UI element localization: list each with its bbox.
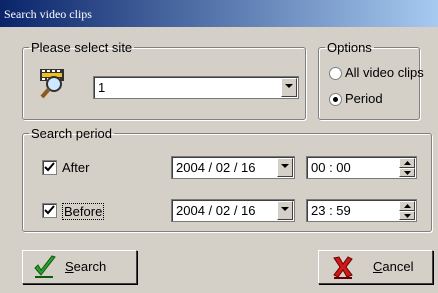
search-button-mnemonic: S [65,259,74,274]
green-checkmark-icon [33,255,57,279]
options-group: Options [318,40,420,120]
before-date-value: 2004 / 02 / 16 [176,203,256,218]
site-select-dropdown-button[interactable] [281,78,297,97]
cancel-button-label: Cancel [373,259,413,274]
site-select-value: 1 [98,80,106,95]
before-time-value: 23 : 59 [311,203,351,218]
checkmark-icon [44,162,55,172]
after-time-value: 00 : 00 [311,160,351,175]
title-bar[interactable]: Search video clips [0,0,438,27]
cancel-button-label-rest: ancel [382,259,414,274]
before-checkbox[interactable] [42,203,57,218]
after-date-value: 2004 / 02 / 16 [176,160,256,175]
checkmark-icon [44,205,55,215]
after-date-dropdown-button[interactable] [277,158,293,177]
search-button-label: Search [65,259,106,274]
spin-down-icon [404,213,411,218]
before-time-up-button[interactable] [399,201,415,211]
cancel-button[interactable]: Cancel [318,250,433,284]
radio-period[interactable] [329,93,342,106]
chevron-down-icon [281,164,289,168]
spin-down-icon [404,170,411,175]
radio-all-video-clips[interactable] [329,67,342,80]
before-date-picker[interactable]: 2004 / 02 / 16 [171,199,295,222]
before-time-spinner[interactable]: 23 : 59 [306,199,417,222]
window-title: Search video clips [4,7,92,21]
search-video-clips-dialog: Search video clips Please select site 1 … [0,0,438,293]
search-button[interactable]: Search [22,250,137,284]
after-time-down-button[interactable] [399,167,415,177]
spin-up-icon [404,161,411,165]
radio-period-label[interactable]: Period [345,91,383,106]
options-group-legend: Options [327,40,372,55]
chevron-down-icon [285,84,293,88]
search-period-legend: Search period [31,126,112,141]
after-date-picker[interactable]: 2004 / 02 / 16 [171,156,295,179]
site-group-legend: Please select site [31,40,133,55]
before-time-down-button[interactable] [399,210,415,220]
film-magnifier-icon [38,66,72,100]
after-time-spinner[interactable]: 00 : 00 [306,156,417,179]
spin-up-icon [404,204,411,208]
after-checkbox[interactable] [42,160,57,175]
search-button-label-rest: earch [73,259,107,274]
red-x-icon [331,255,355,279]
before-date-dropdown-button[interactable] [277,201,293,220]
after-time-up-button[interactable] [399,158,415,168]
radio-all-video-clips-label[interactable]: All video clips [345,65,424,80]
radio-period-selected-dot [333,97,338,102]
cancel-button-mnemonic: C [373,259,383,274]
site-select[interactable]: 1 [93,76,299,99]
after-label[interactable]: After [62,160,89,175]
before-label[interactable]: Before [62,203,105,220]
chevron-down-icon [281,207,289,211]
